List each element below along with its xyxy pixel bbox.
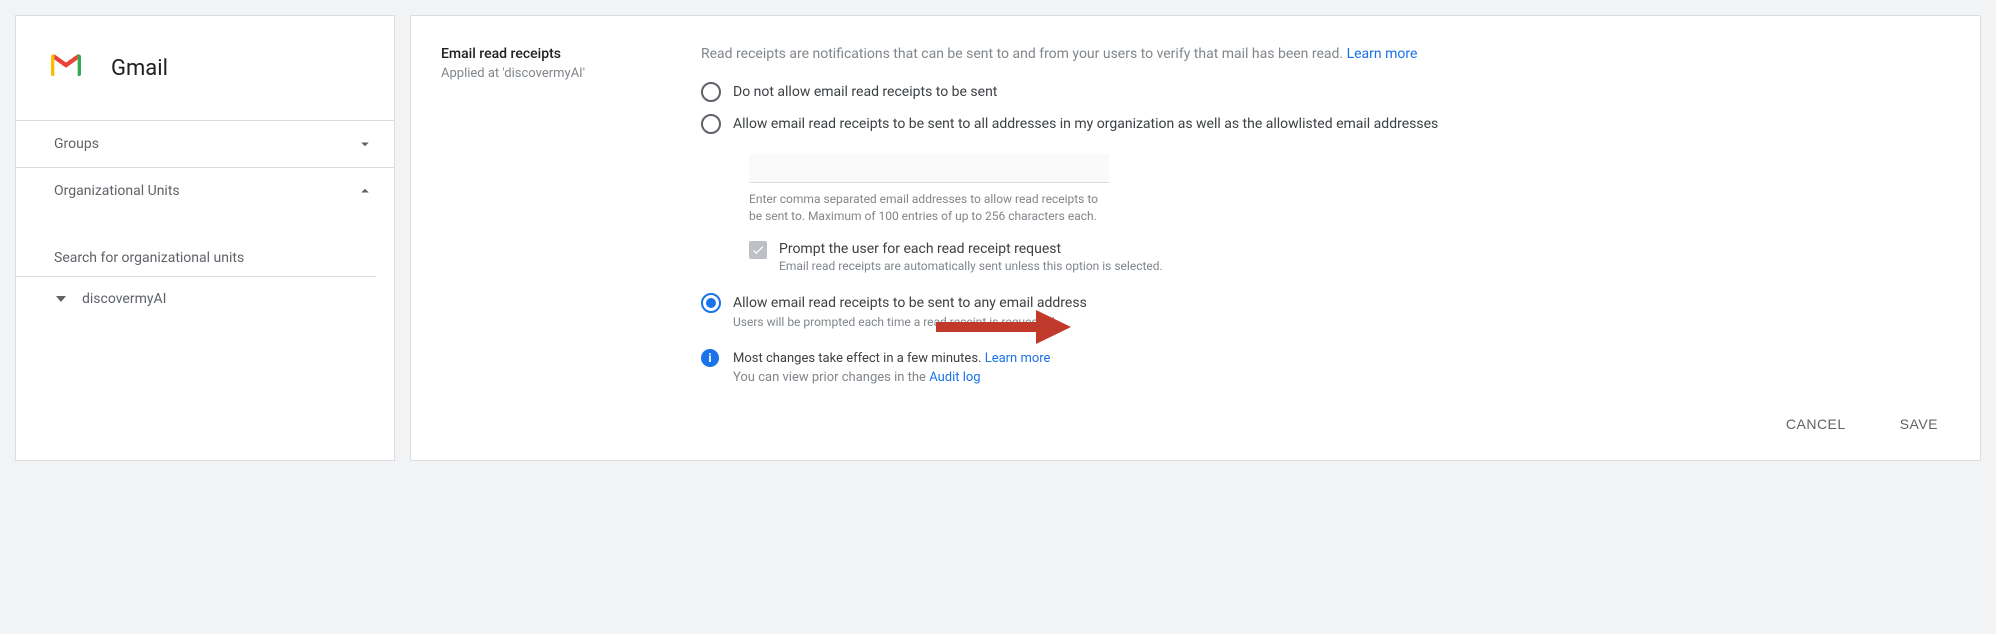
sidebar-title: Gmail: [111, 56, 168, 81]
info-icon: i: [701, 349, 719, 367]
info-learn-more-link[interactable]: Learn more: [985, 351, 1051, 366]
chevron-down-icon: [356, 135, 374, 153]
allowlist-email-input[interactable]: [749, 154, 1109, 183]
radio-icon: [701, 82, 721, 102]
radio-option-disallow[interactable]: Do not allow email read receipts to be s…: [701, 82, 1910, 102]
prompt-checkbox-label: Prompt the user for each read receipt re…: [779, 241, 1163, 257]
radio-icon: [701, 114, 721, 134]
sidebar-section-groups[interactable]: Groups: [16, 121, 394, 168]
footer-buttons: CANCEL SAVE: [411, 388, 1980, 460]
info-line1-text: Most changes take effect in a few minute…: [733, 351, 985, 366]
info-line2-text: You can view prior changes in the: [733, 370, 929, 385]
save-button[interactable]: SAVE: [1888, 408, 1950, 440]
prompt-checkbox-row[interactable]: Prompt the user for each read receipt re…: [749, 241, 1910, 273]
org-search-input[interactable]: Search for organizational units: [16, 240, 376, 277]
radio-sub-3: Users will be prompted each time a read …: [733, 315, 1087, 329]
info-section: i Most changes take effect in a few minu…: [701, 349, 1910, 388]
prompt-checkbox-sub: Email read receipts are automatically se…: [779, 259, 1163, 273]
description-text: Read receipts are notifications that can…: [701, 46, 1343, 62]
checkbox-icon: [749, 241, 767, 259]
settings-panel: Email read receipts Applied at 'discover…: [410, 15, 1981, 461]
radio-label-3: Allow email read receipts to be sent to …: [733, 293, 1087, 313]
org-units-label: Organizational Units: [54, 183, 180, 199]
cancel-button[interactable]: CANCEL: [1774, 408, 1858, 440]
radio-label-2: Allow email read receipts to be sent to …: [733, 114, 1438, 134]
radio-option-any-address[interactable]: Allow email read receipts to be sent to …: [701, 293, 1910, 329]
sidebar-header: Gmail: [16, 16, 394, 121]
sidebar-section-org-units[interactable]: Organizational Units: [16, 168, 394, 214]
learn-more-link[interactable]: Learn more: [1347, 46, 1418, 62]
radio-icon-selected: [701, 293, 721, 313]
radio-label-1: Do not allow email read receipts to be s…: [733, 82, 997, 102]
audit-log-link[interactable]: Audit log: [929, 370, 980, 385]
radio-option-org-allowlist[interactable]: Allow email read receipts to be sent to …: [701, 114, 1910, 134]
org-name: discovermyAI: [82, 291, 166, 307]
expand-triangle-icon: [56, 296, 66, 302]
org-tree-item[interactable]: discovermyAI: [16, 277, 394, 321]
chevron-up-icon: [356, 182, 374, 200]
setting-description: Read receipts are notifications that can…: [701, 46, 1910, 62]
sidebar: Gmail Groups Organizational Units Search…: [15, 15, 395, 461]
setting-applied-at: Applied at 'discovermyAI': [441, 66, 701, 81]
allowlist-helper: Enter comma separated email addresses to…: [749, 191, 1109, 225]
gmail-icon: [46, 46, 111, 90]
groups-label: Groups: [54, 136, 99, 152]
setting-title: Email read receipts: [441, 46, 701, 62]
allowlist-subsection: Enter comma separated email addresses to…: [749, 154, 1910, 273]
